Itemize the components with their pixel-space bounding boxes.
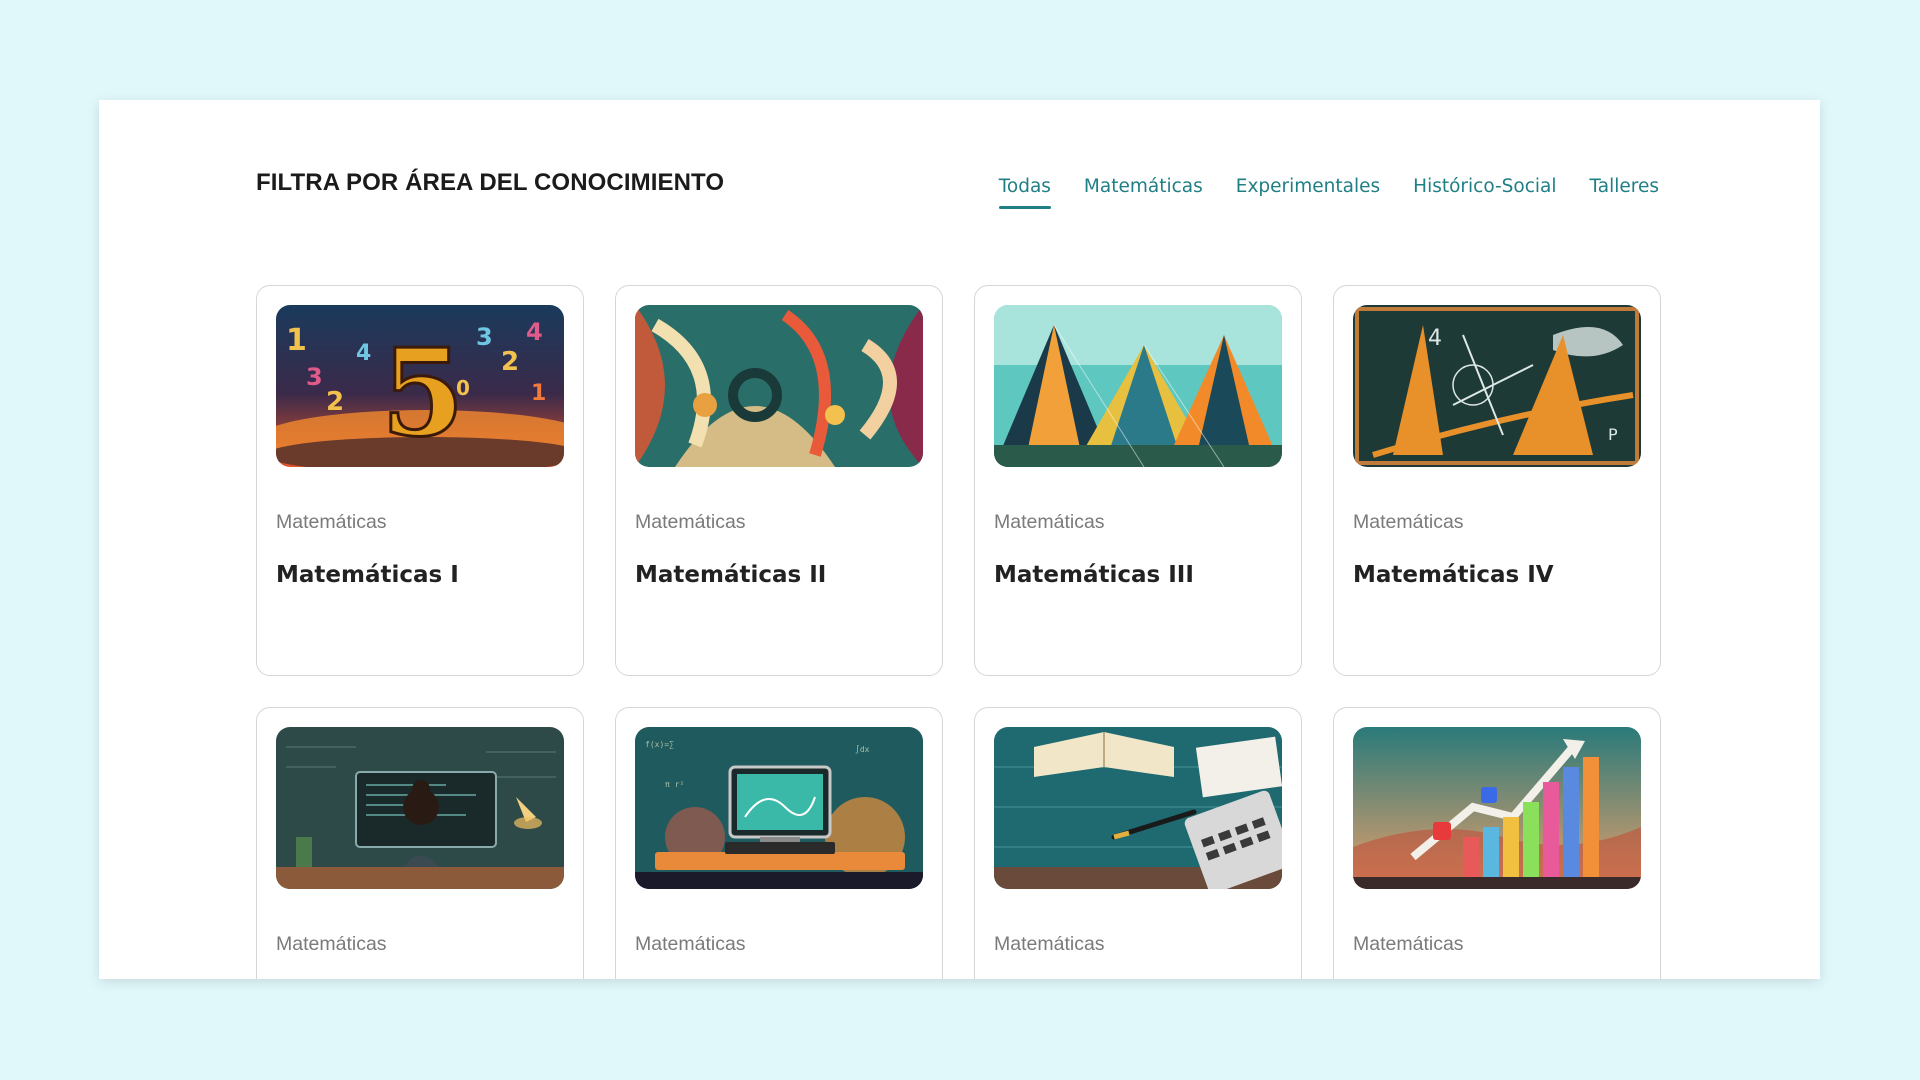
svg-text:4: 4 (526, 318, 543, 346)
svg-text:3: 3 (306, 363, 323, 391)
chalkboard-geometry-illustration: 4 P (1353, 305, 1641, 467)
svg-text:5: 5 (381, 323, 465, 464)
course-card[interactable]: Matemáticas (256, 707, 584, 979)
colorful-numbers-illustration: 1 3 2 4 5 3 2 4 0 1 (276, 305, 564, 467)
course-image (994, 305, 1282, 467)
course-area: Matemáticas (276, 511, 387, 533)
notebook-calculator-illustration (994, 727, 1282, 889)
course-title[interactable]: Matemáticas IV (1353, 562, 1641, 588)
course-image (276, 727, 564, 889)
course-title[interactable]: Matemáticas I (276, 562, 564, 588)
course-image: 4 P (1353, 305, 1641, 467)
course-area: Matemáticas (1353, 933, 1464, 955)
filter-heading: FILTRA POR ÁREA DEL CONOCIMIENTO (256, 169, 725, 196)
course-image (1353, 727, 1641, 889)
course-card[interactable]: Matemáticas (974, 707, 1302, 979)
course-area: Matemáticas (635, 933, 746, 955)
tab-experimentales[interactable]: Experimentales (1236, 176, 1380, 209)
statistics-dice-chart-illustration (1353, 727, 1641, 889)
course-card[interactable]: Matemáticas Matemáticas III (974, 285, 1302, 676)
svg-text:π r²: π r² (665, 780, 684, 789)
course-area: Matemáticas (276, 933, 387, 955)
course-card[interactable]: f(x)=∑ ∫dx π r² Matemáticas (615, 707, 943, 979)
course-card[interactable]: Matemáticas (1333, 707, 1661, 979)
tab-historico-social[interactable]: Histórico-Social (1413, 176, 1556, 209)
course-card[interactable]: 4 P Matemáticas Matemáticas IV (1333, 285, 1661, 676)
course-card[interactable]: 1 3 2 4 5 3 2 4 0 1 Matemáticas Matemáti… (256, 285, 584, 676)
course-image (994, 727, 1282, 889)
course-area: Matemáticas (1353, 511, 1464, 533)
svg-text:4: 4 (1428, 326, 1442, 351)
course-title[interactable]: Matemáticas III (994, 562, 1282, 588)
svg-text:4: 4 (356, 341, 371, 366)
course-area: Matemáticas (994, 511, 1105, 533)
svg-text:2: 2 (326, 387, 344, 417)
geometric-mountains-illustration (994, 305, 1282, 467)
computer-formulas-illustration: f(x)=∑ ∫dx π r² (635, 727, 923, 889)
svg-text:∫dx: ∫dx (855, 745, 870, 754)
course-image (635, 305, 923, 467)
abstract-numerals-illustration (635, 305, 923, 467)
course-image: 1 3 2 4 5 3 2 4 0 1 (276, 305, 564, 467)
programmer-at-computer-illustration (276, 727, 564, 889)
course-grid: 1 3 2 4 5 3 2 4 0 1 Matemáticas Matemáti… (256, 285, 1661, 979)
svg-text:1: 1 (286, 323, 307, 358)
course-title[interactable]: Matemáticas II (635, 562, 923, 588)
tab-todas[interactable]: Todas (998, 176, 1052, 209)
svg-text:1: 1 (531, 381, 546, 406)
svg-text:P: P (1608, 425, 1618, 444)
svg-text:f(x)=∑: f(x)=∑ (645, 740, 674, 749)
course-area: Matemáticas (635, 511, 746, 533)
course-card[interactable]: Matemáticas Matemáticas II (615, 285, 943, 676)
svg-text:2: 2 (501, 347, 519, 377)
course-image: f(x)=∑ ∫dx π r² (635, 727, 923, 889)
content-panel: FILTRA POR ÁREA DEL CONOCIMIENTO Todas M… (99, 100, 1820, 979)
svg-text:0: 0 (456, 376, 470, 400)
course-area: Matemáticas (994, 933, 1105, 955)
tab-talleres[interactable]: Talleres (1590, 176, 1659, 209)
area-filter-tabs: Todas Matemáticas Experimentales Históri… (998, 176, 1659, 209)
svg-text:3: 3 (476, 323, 493, 351)
tab-matematicas[interactable]: Matemáticas (1084, 176, 1203, 209)
